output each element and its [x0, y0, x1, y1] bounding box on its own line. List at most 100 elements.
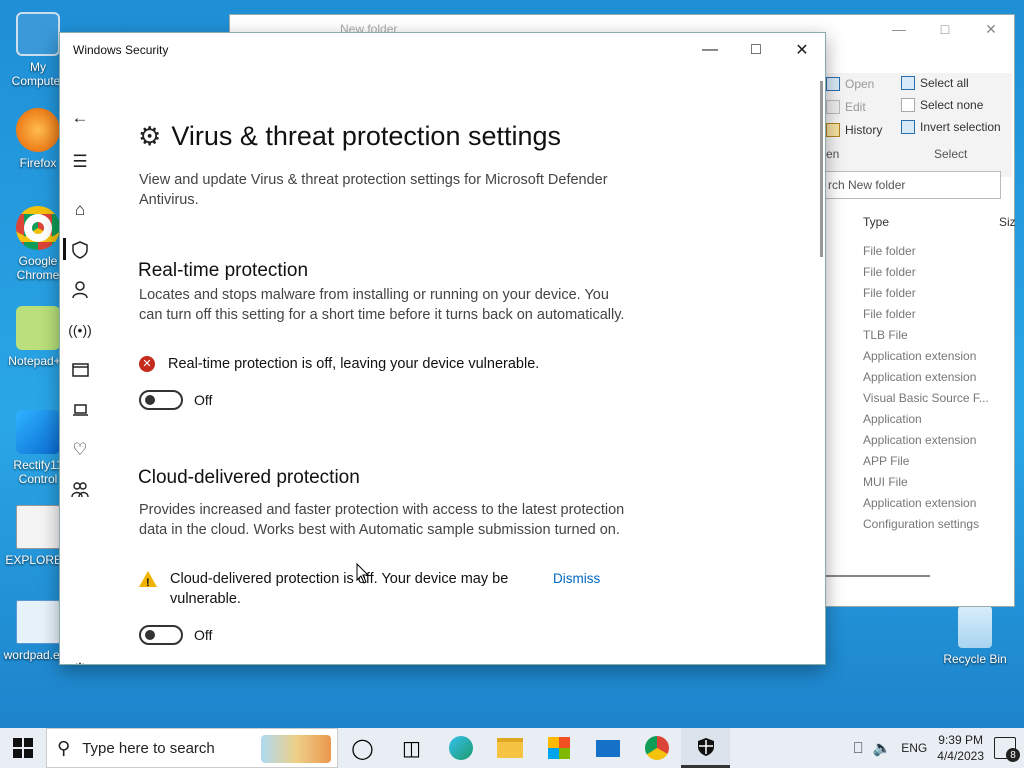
taskbar-search-box[interactable]: ⚲ Type here to search [46, 728, 338, 768]
explorer-minimize-button[interactable]: — [876, 15, 922, 43]
clock[interactable]: 9:39 PM 4/4/2023 [937, 732, 984, 764]
laptop-icon[interactable] [60, 395, 100, 425]
chrome-icon [16, 206, 60, 250]
taskbar: ⚲ Type here to search ◯ ◫ ⎕ 🔈 ENG 9:39 P… [0, 728, 1024, 768]
windows-security-taskbar-icon[interactable] [681, 728, 730, 768]
open-icon [826, 77, 840, 91]
close-button[interactable]: ✕ [779, 33, 825, 67]
ribbon-select-all-button[interactable]: Select all [901, 76, 969, 90]
network-icon[interactable]: ((•)) [60, 315, 100, 345]
ribbon-invert-selection-button[interactable]: Invert selection [901, 120, 1001, 134]
explorer-close-button[interactable]: ✕ [968, 15, 1014, 43]
ribbon-select-group-label: Select [934, 147, 968, 161]
realtime-description: Locates and stops malware from installin… [139, 287, 625, 323]
file-type-cell[interactable]: Application extension [863, 349, 976, 363]
task-view-button[interactable]: ◫ [387, 728, 436, 768]
ribbon-select-none-button[interactable]: Select none [901, 98, 983, 112]
realtime-toggle-label: Off [194, 392, 213, 408]
file-type-cell[interactable]: File folder [863, 244, 916, 258]
file-type-cell[interactable]: MUI File [863, 475, 908, 489]
volume-icon[interactable]: 🔈 [873, 739, 892, 757]
recycle-bin-icon [958, 606, 992, 648]
column-header-type[interactable]: Type [863, 215, 889, 229]
file-explorer-taskbar-icon[interactable] [485, 728, 534, 768]
computer-icon [16, 12, 60, 56]
mail-taskbar-icon[interactable] [583, 728, 632, 768]
back-arrow-icon[interactable]: ← [60, 103, 100, 133]
vertical-scrollbar[interactable] [820, 81, 823, 257]
cloud-toggle[interactable]: Off [139, 625, 212, 645]
page-description: View and update Virus & threat protectio… [139, 172, 608, 208]
maximize-button[interactable]: □ [733, 33, 779, 67]
select-all-icon [901, 76, 915, 90]
realtime-heading: Real-time protection [138, 260, 309, 281]
dismiss-link[interactable]: Dismiss [553, 569, 600, 589]
select-none-icon [901, 98, 915, 112]
security-window-title: Windows Security [73, 43, 169, 57]
explorer-search-input[interactable]: rch New folder [821, 171, 1001, 199]
windows-logo-icon [13, 738, 33, 758]
windows-logo-icon [16, 410, 60, 454]
shield-icon [697, 737, 714, 756]
cortana-button[interactable]: ◯ [338, 728, 387, 768]
hamburger-menu-icon[interactable]: ☰ [60, 147, 100, 177]
file-type-cell[interactable]: File folder [863, 286, 916, 300]
person-icon[interactable] [60, 275, 100, 305]
cloud-toggle-switch[interactable] [139, 625, 183, 645]
system-tray: ⎕ 🔈 ENG 9:39 PM 4/4/2023 8 [854, 728, 1024, 768]
wordpad-icon [16, 600, 60, 644]
cloud-heading: Cloud-delivered protection [138, 467, 360, 488]
clock-time: 9:39 PM [938, 733, 983, 747]
page-title: ⚙ Virus & threat protection settings [138, 121, 562, 151]
binary-file-icon [16, 505, 60, 549]
file-type-cell[interactable]: TLB File [863, 328, 908, 342]
error-icon: ✕ [139, 356, 155, 372]
file-type-cell[interactable]: Application [863, 412, 922, 426]
realtime-toggle[interactable]: Off [139, 390, 212, 410]
chrome-taskbar-icon[interactable] [632, 728, 681, 768]
windows-security-window[interactable]: Windows Security — □ ✕ ← ☰ ⌂ ((•)) ♡ ⚙ V… [59, 32, 826, 665]
edge-taskbar-icon[interactable] [436, 728, 485, 768]
explorer-maximize-button[interactable]: □ [922, 15, 968, 43]
file-type-cell[interactable]: File folder [863, 307, 916, 321]
search-highlight-brush-icon [261, 735, 331, 763]
minimize-button[interactable]: — [687, 33, 733, 67]
family-icon[interactable] [60, 475, 100, 505]
cloud-status: Cloud-delivered protection is off. Your … [139, 569, 609, 609]
ribbon-history-button[interactable]: History [826, 123, 882, 137]
cloud-toggle-label: Off [194, 627, 213, 643]
realtime-toggle-switch[interactable] [139, 390, 183, 410]
start-button[interactable] [0, 728, 46, 768]
ribbon-open-button[interactable]: Open [826, 77, 874, 91]
cloud-description: Provides increased and faster protection… [139, 502, 625, 538]
clock-date: 4/4/2023 [937, 749, 984, 763]
network-status-icon[interactable]: ⎕ [854, 740, 863, 757]
heart-pulse-icon[interactable]: ♡ [60, 435, 100, 465]
invert-selection-icon [901, 120, 915, 134]
file-type-cell[interactable]: Application extension [863, 433, 976, 447]
notification-center-icon[interactable]: 8 [994, 737, 1020, 762]
mouse-cursor-icon [356, 563, 370, 584]
home-icon[interactable]: ⌂ [60, 195, 100, 225]
shield-icon[interactable] [60, 235, 100, 265]
search-icon: ⚲ [57, 737, 71, 758]
store-taskbar-icon[interactable] [534, 728, 583, 768]
settings-gear-icon[interactable]: ⚙ [60, 655, 100, 664]
column-header-size[interactable]: Siz [999, 215, 1016, 229]
file-type-cell[interactable]: Application extension [863, 370, 976, 384]
ribbon-open-group-label: en [826, 147, 840, 161]
desktop-icon-recycle-bin[interactable]: Recycle Bin [940, 606, 1010, 666]
history-icon [826, 123, 840, 137]
file-type-cell[interactable]: Application extension [863, 496, 976, 510]
settings-content: ⚙ Virus & threat protection settings Vie… [138, 67, 805, 664]
file-type-cell[interactable]: APP File [863, 454, 909, 468]
language-indicator[interactable]: ENG [901, 741, 927, 755]
app-browser-icon[interactable] [60, 355, 100, 385]
ribbon-edit-button[interactable]: Edit [826, 100, 866, 114]
file-type-cell[interactable]: Configuration settings [863, 517, 979, 531]
horizontal-scrollbar[interactable] [826, 575, 930, 577]
firefox-icon [16, 108, 60, 152]
warning-icon [139, 571, 157, 593]
file-type-cell[interactable]: Visual Basic Source F... [863, 391, 989, 405]
file-type-cell[interactable]: File folder [863, 265, 916, 279]
